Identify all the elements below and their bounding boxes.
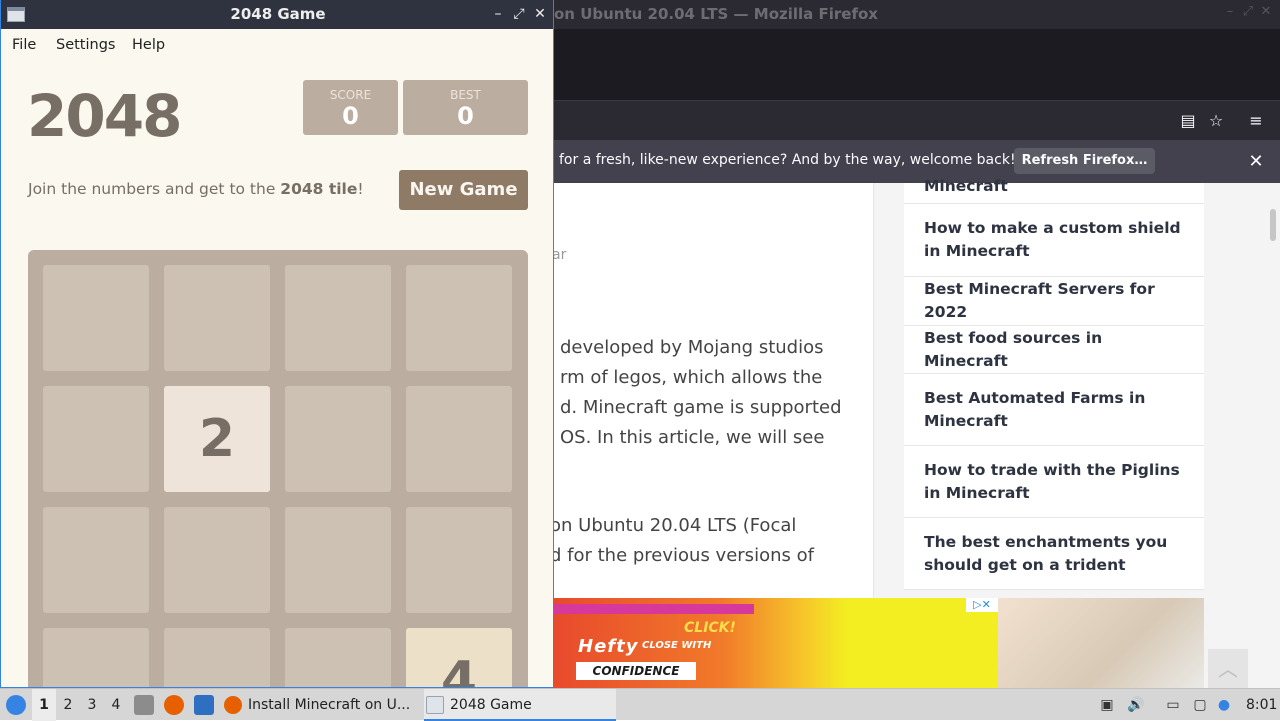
board-cell <box>285 265 391 371</box>
board-cell <box>43 265 149 371</box>
sidebar-link[interactable]: Best food sources in Minecraft <box>904 326 1204 374</box>
scroll-to-top-button[interactable]: ︿ <box>1208 649 1248 688</box>
desktop-icon[interactable] <box>194 695 214 715</box>
intro-bold: 2048 tile <box>280 180 358 198</box>
maximize-icon[interactable]: ⤢ <box>1240 4 1256 20</box>
article-paragraph: on Ubuntu 20.04 LTS (Focal d for the pre… <box>554 511 814 571</box>
tile-2: 2 <box>164 386 270 492</box>
close-icon[interactable]: ✕ <box>1258 4 1274 20</box>
workspace-4[interactable]: 4 <box>104 689 128 721</box>
ad-confidence-text: CONFIDENCE <box>576 662 696 680</box>
volume-icon[interactable]: 🔊 <box>1127 696 1145 714</box>
ad-click-text: CLICK! <box>684 620 736 636</box>
board-cell <box>285 507 391 613</box>
score-label: SCORE <box>329 88 372 102</box>
board-cell <box>406 265 512 371</box>
clock: 8:01 <box>1246 697 1278 713</box>
board-cell <box>164 507 270 613</box>
best-box: BEST 0 <box>403 80 528 135</box>
sidebar-link[interactable]: Best Minecraft Servers for 2022 <box>904 277 1204 326</box>
sidebar-link[interactable]: Best Automated Farms in Minecraft <box>904 374 1204 446</box>
workspace-2[interactable]: 2 <box>56 689 80 721</box>
minimize-icon[interactable]: – <box>489 5 507 23</box>
intro-prefix: Join the numbers and get to the <box>28 180 281 198</box>
task-2048-game[interactable]: 2048 Game <box>424 689 616 721</box>
article-line: rm of legos, which allows the <box>560 367 823 388</box>
article-line: on Ubuntu 20.04 LTS (Focal <box>554 515 797 536</box>
article-line: d for the previous versions of <box>554 545 814 566</box>
board-cell <box>43 628 149 687</box>
network-icon[interactable]: ▭ <box>1164 696 1182 714</box>
game-window-title: 2048 Game <box>230 5 326 23</box>
workspace-1[interactable]: 1 <box>32 689 56 721</box>
board-cell <box>285 628 391 687</box>
task-label: Install Minecraft on U... <box>248 697 411 713</box>
ad-brand: Hefty <box>578 636 639 657</box>
sidebar-link[interactable]: How to trade with the Piglins in Minecra… <box>904 446 1204 518</box>
game-window: 2048 Game – ⤢ ✕ File Settings Help 2048 … <box>0 0 554 688</box>
board-cell <box>164 628 270 687</box>
close-icon[interactable]: ✕ <box>531 5 549 23</box>
game-titlebar: 2048 Game – ⤢ ✕ <box>1 0 553 29</box>
menu-file[interactable]: File <box>12 37 36 53</box>
close-icon[interactable]: ✕ <box>1244 150 1268 174</box>
reader-view-icon[interactable]: ▤ <box>1176 109 1200 133</box>
article-line: d. Minecraft game is supported <box>560 397 842 418</box>
related-posts-sidebar: Minecraft How to make a custom shield in… <box>904 177 1204 590</box>
article-meta: ar <box>554 247 567 263</box>
task-firefox[interactable]: Install Minecraft on U... <box>222 689 418 721</box>
window-icon <box>426 696 444 714</box>
notification-text: for a fresh, like-new experience? And by… <box>559 152 1016 168</box>
sidebar-link[interactable]: The best enchantments you should get on … <box>904 518 1204 590</box>
updates-icon[interactable]: ● <box>1215 696 1233 714</box>
intro-text: Join the numbers and get to the 2048 til… <box>28 180 364 198</box>
file-manager-icon[interactable] <box>134 695 154 715</box>
best-label: BEST <box>450 88 481 102</box>
menu-help[interactable]: Help <box>132 37 165 53</box>
task-label: 2048 Game <box>450 697 532 713</box>
taskbar: 1 2 3 4 Install Minecraft on U... 2048 G… <box>0 688 1280 721</box>
best-value: 0 <box>457 102 474 130</box>
article-column: ar developed by Mojang studios rm of leg… <box>554 183 874 598</box>
notes-icon[interactable]: ▢ <box>1191 696 1209 714</box>
board-cell <box>164 265 270 371</box>
maximize-icon[interactable]: ⤢ <box>510 5 528 23</box>
clipboard-icon[interactable]: ▣ <box>1098 696 1116 714</box>
firefox-icon <box>224 696 242 714</box>
board-cell <box>43 386 149 492</box>
advertisement-banner[interactable]: Hefty CLOSE WITH CLICK! CONFIDENCE ▷✕ <box>554 598 998 688</box>
intro-suffix: ! <box>357 180 364 198</box>
board-cell <box>406 386 512 492</box>
menu-settings[interactable]: Settings <box>56 37 115 53</box>
board-cell <box>43 507 149 613</box>
score-value: 0 <box>342 102 359 130</box>
minimize-icon[interactable]: – <box>1222 4 1238 20</box>
board-cell <box>406 507 512 613</box>
new-game-button[interactable]: New Game <box>399 170 528 210</box>
hamburger-menu-icon[interactable]: ≡ <box>1244 109 1268 133</box>
article-paragraph: developed by Mojang studios rm of legos,… <box>560 333 842 453</box>
board-cell <box>285 386 391 492</box>
sidebar-link[interactable]: How to make a custom shield in Minecraft <box>904 204 1204 277</box>
game-menubar: File Settings Help <box>1 29 553 61</box>
ad-choices-icon[interactable]: ▷✕ <box>966 598 998 612</box>
game-heading: 2048 <box>27 82 182 150</box>
page-scrollbar[interactable] <box>1270 209 1276 241</box>
tile-4: 4 <box>406 628 512 687</box>
firefox-icon[interactable] <box>164 695 184 715</box>
article-line: developed by Mojang studios <box>560 337 824 358</box>
advertisement-image[interactable] <box>998 598 1204 688</box>
article-line: OS. In this article, we will see <box>560 427 825 448</box>
game-board[interactable]: 24 <box>28 250 528 687</box>
workspace-3[interactable]: 3 <box>80 689 104 721</box>
score-box: SCORE 0 <box>303 80 398 135</box>
sidebar-link[interactable]: Minecraft <box>904 169 1204 204</box>
ad-tagline: CLOSE WITH <box>642 640 712 651</box>
firefox-window-title: on Ubuntu 20.04 LTS — Mozilla Firefox <box>554 5 878 23</box>
bookmark-star-icon[interactable]: ☆ <box>1204 109 1228 133</box>
start-menu-icon[interactable] <box>6 695 26 715</box>
ad-decoration <box>554 604 754 614</box>
